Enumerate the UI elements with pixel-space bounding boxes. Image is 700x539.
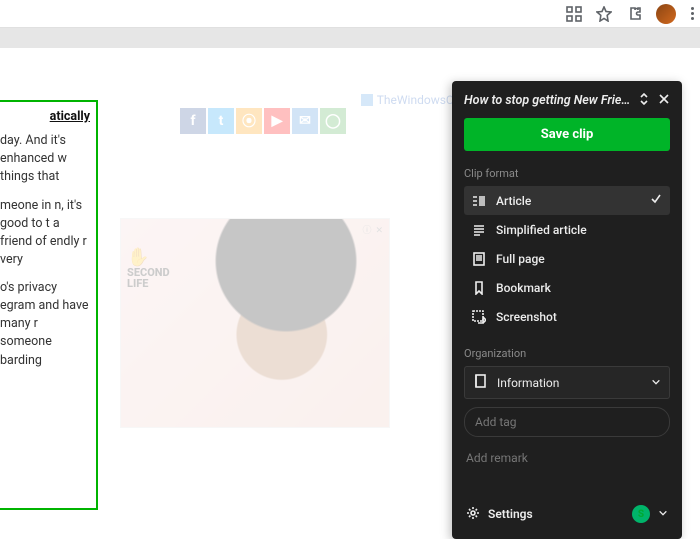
youtube-icon[interactable]: ▶: [264, 108, 290, 134]
qr-icon[interactable]: [566, 6, 582, 22]
chevron-down-icon: [651, 376, 661, 390]
article-selection: atically day. And it's enhanced w things…: [0, 100, 98, 510]
rss-icon[interactable]: ⦿: [236, 108, 262, 134]
article-heading: atically: [0, 108, 90, 126]
format-label: Article: [496, 194, 640, 208]
format-label: Full page: [496, 252, 662, 266]
settings-label: Settings: [488, 507, 624, 521]
format-list: Article Simplified article Full page Boo…: [464, 186, 670, 331]
logo-square: [361, 94, 373, 106]
ad-banner[interactable]: ⓘ✕ ✋ SECOND LIFE: [120, 218, 390, 428]
format-fullpage[interactable]: Full page: [464, 245, 670, 273]
format-label: Bookmark: [496, 281, 662, 295]
fullpage-icon: [472, 252, 486, 266]
gear-icon: [466, 506, 480, 523]
panel-titlebar: How to stop getting New Friend: [464, 93, 670, 108]
facebook-icon[interactable]: f: [180, 108, 206, 134]
clipper-panel: How to stop getting New Friend Save clip…: [452, 81, 682, 539]
sort-icon[interactable]: [638, 93, 650, 108]
format-bookmark[interactable]: Bookmark: [464, 274, 670, 302]
browser-chrome: [0, 0, 700, 28]
avatar[interactable]: [656, 4, 676, 24]
page-content: TheWindowsClub f t ⦿ ▶ ✉ ◯ ⓘ✕ ✋ SECOND L…: [0, 48, 700, 510]
notebook-select[interactable]: Information: [464, 366, 670, 399]
notebook-icon: [473, 374, 487, 391]
article-text: meone in n, it's good to t a friend of e…: [0, 197, 90, 270]
bookmark-icon: [472, 281, 486, 295]
article-text: o's privacy egram and have many r someon…: [0, 279, 90, 370]
ad-image: [181, 219, 391, 429]
clip-title: How to stop getting New Friend: [464, 93, 632, 108]
article-text: day. And it's enhanced w things that: [0, 132, 90, 186]
check-icon: [650, 193, 662, 208]
organization-section: Information Add tag Add remark: [464, 366, 670, 469]
account-badge[interactable]: S: [632, 505, 650, 523]
kebab-icon[interactable]: [690, 7, 694, 20]
settings-row[interactable]: Settings S: [464, 499, 670, 529]
screenshot-icon: [472, 310, 486, 324]
notebook-name: Information: [497, 376, 641, 390]
format-screenshot[interactable]: Screenshot: [464, 303, 670, 331]
close-icon[interactable]: [658, 93, 670, 108]
organization-label: Organization: [464, 347, 670, 360]
bookmarks-bar: [0, 28, 700, 48]
chevron-down-icon[interactable]: [658, 507, 668, 521]
add-tag-input[interactable]: Add tag: [464, 407, 670, 437]
social-icons: f t ⦿ ▶ ✉ ◯: [180, 108, 346, 134]
clip-format-label: Clip format: [464, 167, 670, 180]
save-clip-button[interactable]: Save clip: [464, 118, 670, 151]
star-icon[interactable]: [596, 6, 612, 22]
mail-icon[interactable]: ✉: [292, 108, 318, 134]
ad-brand: ✋ SECOND LIFE: [127, 249, 170, 289]
format-label: Screenshot: [496, 310, 662, 324]
format-label: Simplified article: [496, 223, 662, 237]
format-simplified[interactable]: Simplified article: [464, 216, 670, 244]
article-icon: [472, 194, 486, 208]
add-remark-button[interactable]: Add remark: [464, 447, 670, 469]
puzzle-icon[interactable]: [626, 6, 642, 22]
simplified-icon: [472, 223, 486, 237]
share-icon[interactable]: ◯: [320, 108, 346, 134]
twitter-icon[interactable]: t: [208, 108, 234, 134]
format-article[interactable]: Article: [464, 186, 670, 215]
